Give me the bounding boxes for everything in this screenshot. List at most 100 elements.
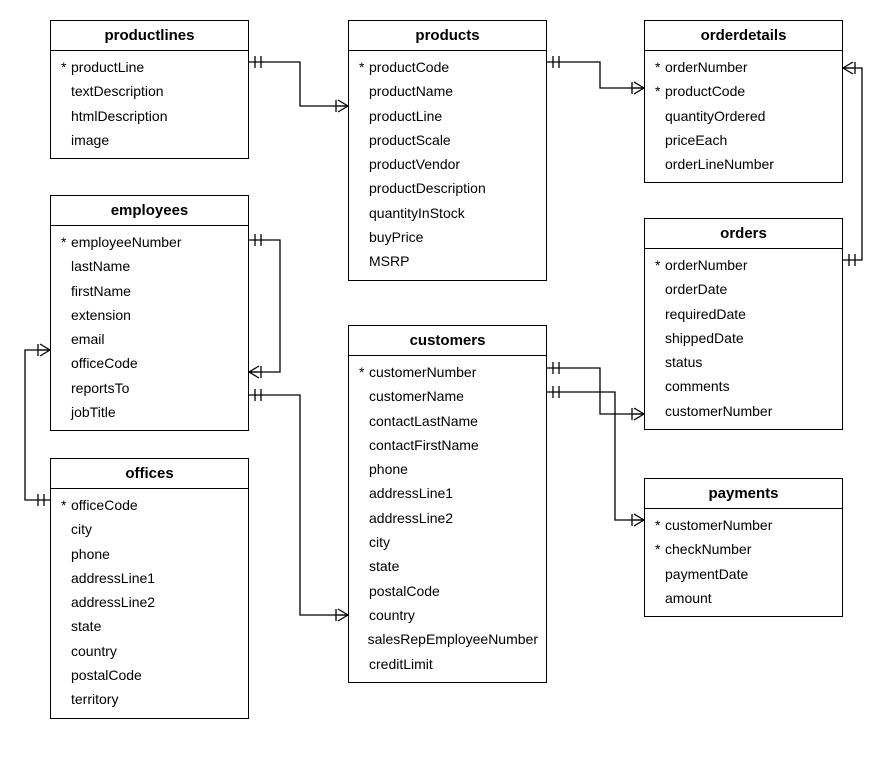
field-name: addressLine1	[369, 483, 453, 503]
field-name: creditLimit	[369, 654, 433, 674]
field-row: officeCode	[59, 351, 240, 375]
field-name: buyPrice	[369, 227, 423, 247]
field-row: reportsTo	[59, 376, 240, 400]
rel-productlines-products	[249, 56, 348, 112]
entity-productlines: productlines *productLinetextDescription…	[50, 20, 249, 159]
field-row: amount	[653, 586, 834, 610]
field-row: orderDate	[653, 277, 834, 301]
field-name: postalCode	[369, 581, 440, 601]
field-name: productLine	[369, 106, 442, 126]
field-name: textDescription	[71, 81, 164, 101]
field-row: addressLine1	[357, 481, 538, 505]
field-name: orderDate	[665, 279, 727, 299]
field-row: territory	[59, 687, 240, 711]
field-name: country	[71, 641, 117, 661]
entity-title: orders	[645, 219, 842, 249]
field-name: quantityOrdered	[665, 106, 765, 126]
field-name: productName	[369, 81, 453, 101]
pk-marker: *	[359, 57, 369, 77]
field-row: addressLine2	[59, 590, 240, 614]
field-name: city	[71, 519, 92, 539]
field-row: city	[59, 517, 240, 541]
field-name: phone	[71, 544, 110, 564]
entity-products: products *productCode productName productL…	[348, 20, 547, 281]
field-name: reportsTo	[71, 378, 129, 398]
er-diagram: productlines *productLinetextDescription…	[0, 0, 879, 761]
field-row: *checkNumber	[653, 537, 834, 561]
field-name: checkNumber	[665, 539, 751, 559]
field-row: extension	[59, 303, 240, 327]
entity-title: customers	[349, 326, 546, 356]
field-name: htmlDescription	[71, 106, 167, 126]
field-row: buyPrice	[357, 225, 538, 249]
field-row: *productCode	[653, 79, 834, 103]
entity-title: productlines	[51, 21, 248, 51]
entity-offices: offices *officeCodecityphoneaddressLine1…	[50, 458, 249, 719]
entity-body: *officeCodecity phone addressLine1 addressL…	[51, 489, 248, 718]
field-row: addressLine1	[59, 566, 240, 590]
field-name: addressLine2	[71, 592, 155, 612]
field-row: customerNumber	[653, 399, 834, 423]
field-name: addressLine2	[369, 508, 453, 528]
field-name: addressLine1	[71, 568, 155, 588]
entity-body: *customerNumber*checkNumberpaymentDateam…	[645, 509, 842, 616]
field-row: postalCode	[59, 663, 240, 687]
field-name: employeeNumber	[71, 232, 182, 252]
entity-title: products	[349, 21, 546, 51]
field-row: *orderNumber	[653, 253, 834, 277]
field-name: productDescription	[369, 178, 486, 198]
field-name: productVendor	[369, 154, 460, 174]
field-row: contactFirstName	[357, 433, 538, 457]
field-name: extension	[71, 305, 131, 325]
field-name: officeCode	[71, 495, 138, 515]
rel-offices-employees	[25, 344, 50, 506]
field-row: orderLineNumber	[653, 152, 834, 176]
field-row: *productLine	[59, 55, 240, 79]
field-name: requiredDate	[665, 304, 746, 324]
entity-orderdetails: orderdetails *orderNumber*productCodequa…	[644, 20, 843, 183]
field-row: productName	[357, 79, 538, 103]
field-row: quantityInStock	[357, 201, 538, 225]
field-row: email	[59, 327, 240, 351]
field-row: postalCode	[357, 579, 538, 603]
field-name: MSRP	[369, 251, 409, 271]
field-name: image	[71, 130, 109, 150]
field-row: *orderNumber	[653, 55, 834, 79]
field-row: contactLastName	[357, 409, 538, 433]
entity-orders: orders *orderNumberorderDate requiredDate…	[644, 218, 843, 430]
field-row: salesRepEmployeeNumber	[357, 627, 538, 651]
field-name: paymentDate	[665, 564, 748, 584]
field-row: paymentDate	[653, 562, 834, 586]
pk-marker: *	[655, 515, 665, 535]
pk-marker: *	[61, 232, 71, 252]
field-name: city	[369, 532, 390, 552]
field-row: phone	[357, 457, 538, 481]
field-name: productCode	[665, 81, 745, 101]
entity-body: *orderNumber*productCodequantityOrderedp…	[645, 51, 842, 182]
pk-marker: *	[359, 362, 369, 382]
field-row: customerName	[357, 384, 538, 408]
field-name: contactFirstName	[369, 435, 479, 455]
entity-title: payments	[645, 479, 842, 509]
field-row: creditLimit	[357, 652, 538, 676]
field-name: productCode	[369, 57, 449, 77]
field-row: *officeCode	[59, 493, 240, 517]
field-name: firstName	[71, 281, 131, 301]
field-row: state	[357, 554, 538, 578]
field-row: phone	[59, 542, 240, 566]
field-row: city	[357, 530, 538, 554]
field-name: customerNumber	[665, 401, 772, 421]
field-name: customerNumber	[369, 362, 476, 382]
field-name: jobTitle	[71, 402, 116, 422]
entity-payments: payments *customerNumber*checkNumberpaym…	[644, 478, 843, 617]
field-row: priceEach	[653, 128, 834, 152]
field-row: shippedDate	[653, 326, 834, 350]
entity-body: *employeeNumberlastNamefirstNameextensio…	[51, 226, 248, 430]
rel-customers-orders	[547, 362, 644, 420]
field-row: addressLine2	[357, 506, 538, 530]
rel-products-orderdetails	[547, 56, 644, 94]
entity-body: *customerNumber customerName contactLastNa…	[349, 356, 546, 682]
field-row: firstName	[59, 279, 240, 303]
entity-body: *productLinetextDescription htmlDescripti…	[51, 51, 248, 158]
field-name: customerName	[369, 386, 464, 406]
